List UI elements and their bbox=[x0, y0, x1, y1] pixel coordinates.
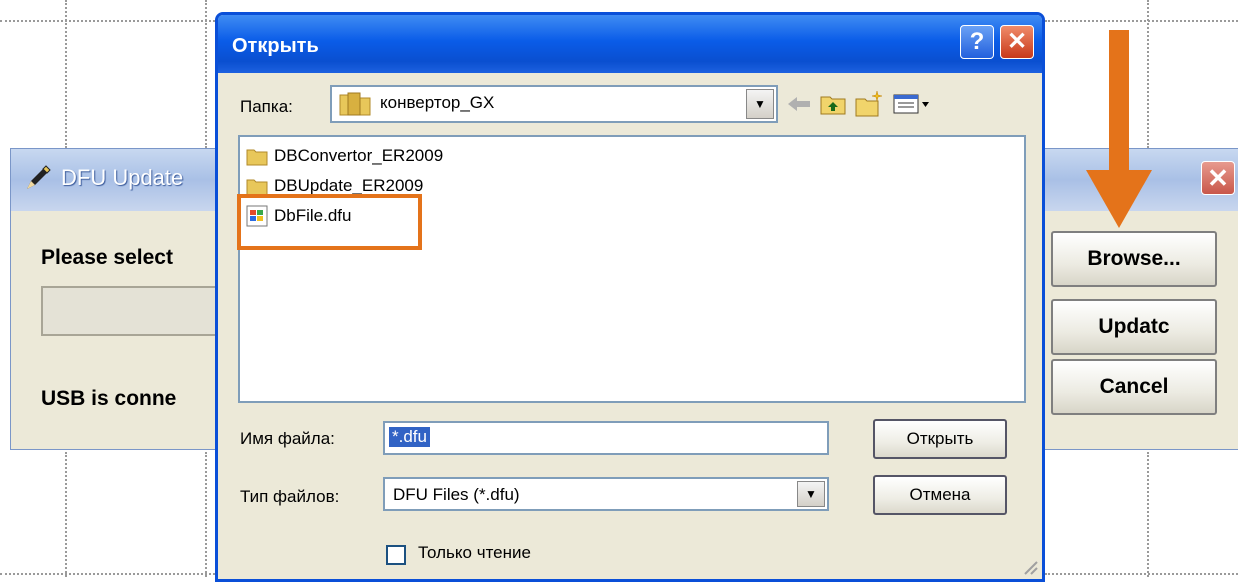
open-file-dialog: Открыть ? ✕ Папка: конвертор_GX ▼ DBConv… bbox=[215, 12, 1045, 582]
browse-button[interactable]: Browse... bbox=[1051, 231, 1217, 287]
file-name: DBConvertor_ER2009 bbox=[274, 146, 444, 165]
new-folder-icon[interactable] bbox=[854, 89, 884, 119]
open-dialog-close-button[interactable]: ✕ bbox=[1000, 25, 1034, 59]
open-dialog-title: Открыть bbox=[232, 35, 319, 57]
list-item[interactable]: DBConvertor_ER2009 bbox=[246, 143, 443, 169]
up-folder-icon[interactable] bbox=[818, 89, 848, 119]
filetype-label: Тип файлов: bbox=[240, 487, 340, 506]
file-list[interactable]: DBConvertor_ER2009 DBUpdate_ER2009 DbFil… bbox=[238, 135, 1026, 403]
dfu-close-button[interactable]: ✕ bbox=[1201, 161, 1235, 195]
file-name: DBUpdate_ER2009 bbox=[274, 176, 424, 195]
cancel-dialog-button[interactable]: Отмена bbox=[873, 475, 1007, 515]
open-dialog-title-bar: Открыть ? ✕ bbox=[218, 15, 1042, 73]
folder-icon bbox=[339, 92, 371, 116]
pencil-icon bbox=[27, 165, 51, 189]
grid-line bbox=[65, 0, 67, 148]
grid-line bbox=[1045, 20, 1238, 22]
readonly-checkbox[interactable] bbox=[386, 545, 406, 565]
select-file-label: Please select bbox=[41, 246, 173, 269]
grid-line bbox=[0, 20, 215, 22]
current-folder-text: конвертор_GX bbox=[380, 93, 495, 112]
update-button[interactable]: Updatc bbox=[1051, 299, 1217, 355]
chevron-down-icon[interactable]: ▼ bbox=[746, 89, 774, 119]
filename-value: *.dfu bbox=[389, 427, 430, 447]
usb-status-label: USB is conne bbox=[41, 387, 177, 410]
filetype-value: DFU Files (*.dfu) bbox=[393, 485, 520, 504]
grid-line bbox=[1147, 452, 1149, 577]
folder-icon bbox=[246, 179, 268, 196]
file-highlight-box bbox=[237, 194, 422, 250]
cancel-button[interactable]: Cancel bbox=[1051, 359, 1217, 415]
help-button[interactable]: ? bbox=[960, 25, 994, 59]
chevron-down-icon[interactable]: ▼ bbox=[797, 481, 825, 507]
folder-icon bbox=[246, 149, 268, 166]
orange-arrow-icon bbox=[1086, 30, 1152, 228]
open-button[interactable]: Открыть bbox=[873, 419, 1007, 459]
folder-label: Папка: bbox=[240, 97, 293, 116]
grid-line bbox=[205, 0, 207, 148]
grid-line bbox=[1045, 573, 1238, 575]
filename-label: Имя файла: bbox=[240, 429, 335, 448]
view-menu-icon[interactable] bbox=[890, 89, 934, 119]
grid-line bbox=[205, 452, 207, 577]
resize-grip-icon[interactable] bbox=[1020, 557, 1038, 575]
folder-dropdown[interactable]: конвертор_GX ▼ bbox=[330, 85, 778, 123]
dfu-window-title: DFU Update bbox=[61, 165, 184, 190]
grid-line bbox=[0, 573, 215, 575]
readonly-label: Только чтение bbox=[418, 543, 531, 562]
filename-input[interactable]: *.dfu bbox=[383, 421, 829, 455]
grid-line bbox=[65, 452, 67, 577]
back-arrow-icon[interactable] bbox=[784, 89, 814, 119]
filetype-dropdown[interactable]: DFU Files (*.dfu) ▼ bbox=[383, 477, 829, 511]
